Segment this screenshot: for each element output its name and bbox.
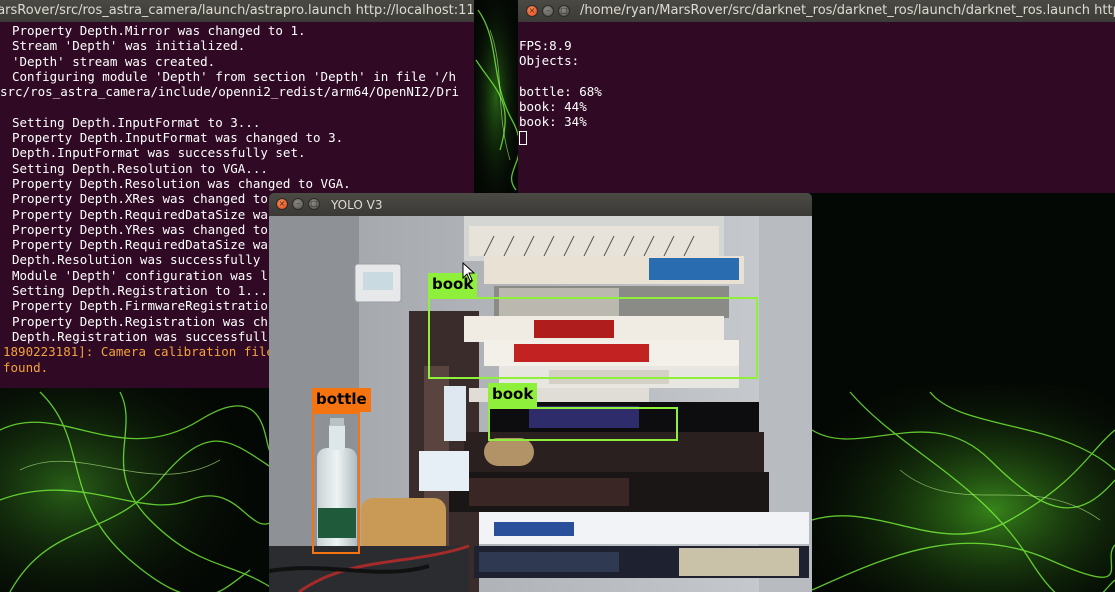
camera-terminal-title: MarsRover/src/ros_astra_camera/launch/as… xyxy=(0,3,474,18)
detection-output-line xyxy=(519,69,1115,84)
maximize-icon[interactable]: □ xyxy=(558,5,570,17)
minimize-icon[interactable]: – xyxy=(292,198,304,210)
darknet-terminal[interactable]: × – □ /home/ryan/MarsRover/src/darknet_r… xyxy=(518,0,1115,193)
detection-output-line: book: 34% xyxy=(519,114,587,130)
yolo-window-title: YOLO V3 xyxy=(331,198,383,212)
detection-output-line: bottle: 68% xyxy=(519,83,602,99)
mouse-cursor-icon xyxy=(462,262,476,282)
darknet-terminal-titlebar[interactable]: × – □ /home/ryan/MarsRover/src/darknet_r… xyxy=(518,0,1115,22)
log-line: Setting Depth.InputFormat to 3... xyxy=(12,114,261,130)
detection-box-book xyxy=(488,407,678,441)
log-line: Property Depth.Resolution was changed to… xyxy=(12,175,351,191)
log-line: Property Depth.InputFormat was changed t… xyxy=(12,130,344,146)
log-line: Depth.InputFormat was successfully set. xyxy=(12,145,306,161)
log-line: Stream 'Depth' was initialized. xyxy=(12,38,246,54)
log-line: Configuring module 'Depth' from section … xyxy=(12,68,457,84)
darknet-terminal-title: /home/ryan/MarsRover/src/darknet_ros/dar… xyxy=(580,3,1115,18)
detection-label-bottle: bottle xyxy=(312,388,371,412)
log-line: 'Depth' stream was created. xyxy=(12,53,216,69)
detection-output-line: Objects: xyxy=(519,53,580,69)
log-line: Setting Depth.Resolution to VGA... xyxy=(12,160,268,176)
detection-box-bottle xyxy=(312,412,360,554)
detection-output-line: book: 44% xyxy=(519,99,587,115)
close-icon[interactable]: × xyxy=(276,198,288,210)
yolo-window[interactable]: × – □ YOLO V3 book book bottle xyxy=(269,193,812,592)
close-icon[interactable]: × xyxy=(526,5,538,17)
detection-box-book xyxy=(428,297,758,379)
log-line: src/ros_astra_camera/include/openni2_red… xyxy=(0,84,460,100)
darknet-terminal-output[interactable]: FPS:8.9 Objects: bottle: 68% book: 44% book:… xyxy=(519,38,1115,193)
detection-output-line: FPS:8.9 xyxy=(519,38,572,53)
yolo-window-titlebar[interactable]: × – □ YOLO V3 xyxy=(269,193,812,216)
minimize-icon[interactable]: – xyxy=(542,5,554,17)
camera-frame: book book bottle xyxy=(269,216,812,592)
camera-terminal-titlebar[interactable]: MarsRover/src/ros_astra_camera/launch/as… xyxy=(0,0,474,22)
maximize-icon[interactable]: □ xyxy=(308,198,320,210)
detection-label-book: book xyxy=(488,383,538,407)
text-cursor xyxy=(519,130,527,145)
log-line: Property Depth.Mirror was changed to 1. xyxy=(12,23,306,38)
